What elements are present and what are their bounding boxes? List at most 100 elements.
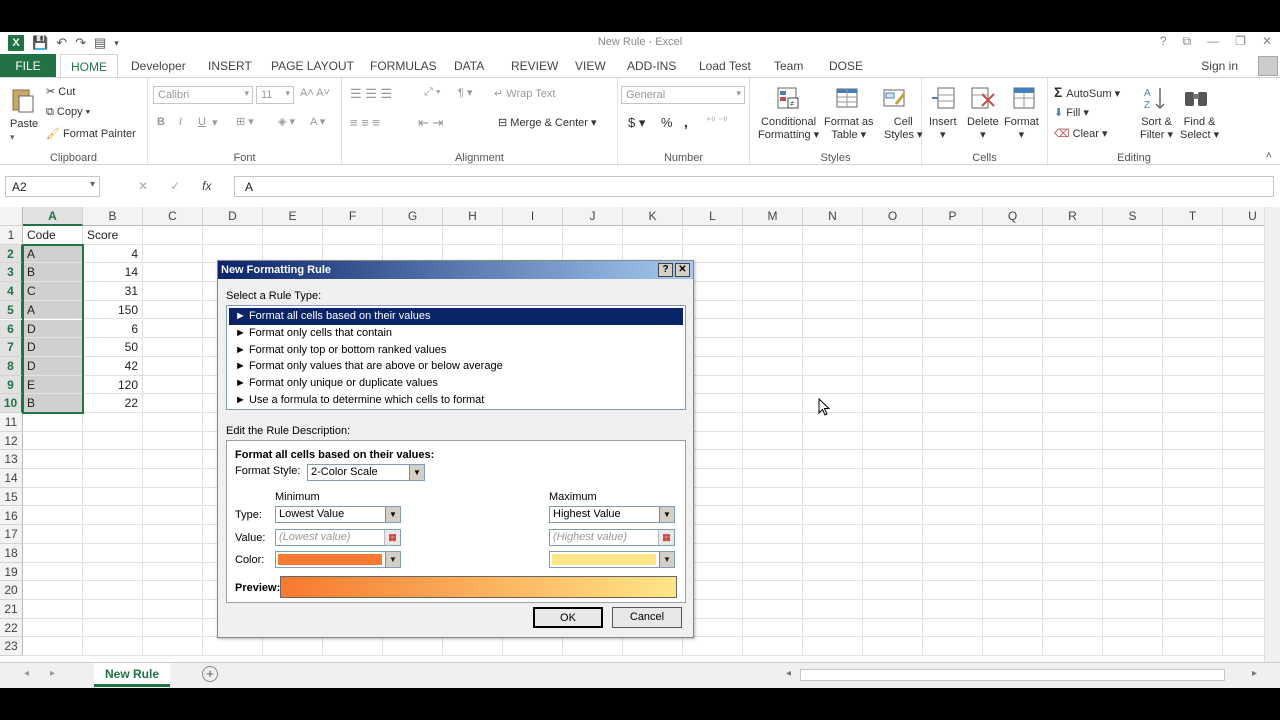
grid-cell[interactable] [23,450,83,470]
grid-cell[interactable] [1103,525,1163,544]
grid-cell[interactable] [83,506,143,526]
indent-icons[interactable]: ⇤ ⇥ [418,115,443,131]
grid-cell[interactable] [1103,413,1163,432]
grid-cell[interactable] [923,394,983,413]
grid-cell[interactable] [743,562,803,582]
close-icon[interactable]: ✕ [1262,34,1272,49]
grid-cell[interactable] [1163,581,1223,600]
grid-cell[interactable] [1043,375,1103,395]
grid-cell[interactable] [923,319,983,339]
font-name-combo[interactable]: Calibri [153,86,253,104]
autosum-button[interactable]: Σ AutoSum ▾ [1054,84,1120,100]
cell-styles-icon[interactable] [880,84,908,112]
grid-cell[interactable] [923,487,983,507]
grid-cell[interactable] [263,226,323,245]
grid-cell[interactable] [923,431,983,451]
grid-cell[interactable] [1163,338,1223,357]
row-header[interactable]: 10 [0,394,23,413]
comma-button[interactable]: , [684,114,688,130]
grid-cell[interactable]: C [23,282,83,301]
tab-load-test[interactable]: Load Test [699,54,751,78]
grid-cell[interactable] [143,487,203,507]
grid-cell[interactable] [1163,431,1223,451]
tab-review[interactable]: REVIEW [511,54,558,78]
grid-cell[interactable] [1163,319,1223,339]
column-header[interactable]: I [503,207,563,226]
grid-cell[interactable] [23,487,83,507]
grid-cell[interactable] [1163,469,1223,488]
column-header[interactable]: S [1103,207,1163,226]
grid-cell[interactable] [1103,244,1163,264]
tab-developer[interactable]: Developer [131,54,186,78]
grid-cell[interactable] [803,469,863,488]
grid-cell[interactable] [1103,338,1163,357]
grid-cell[interactable] [143,581,203,600]
grid-cell[interactable] [863,543,923,563]
row-header[interactable]: 6 [0,319,23,339]
grid-cell[interactable] [203,637,263,657]
grid-cell[interactable] [143,600,203,619]
grid-cell[interactable] [743,506,803,526]
row-header[interactable]: 21 [0,600,23,619]
grid-cell[interactable] [83,525,143,544]
sheet-tab-new-rule[interactable]: New Rule [94,663,170,687]
collapse-ribbon-icon[interactable]: ˄ [1266,150,1272,162]
grid-cell[interactable] [1163,637,1223,657]
grid-cell[interactable] [983,469,1043,488]
sign-in-link[interactable]: Sign in [1201,59,1238,73]
grid-cell[interactable] [1043,525,1103,544]
grid-cell[interactable] [1043,618,1103,638]
grid-cell[interactable] [743,263,803,283]
grid-cell[interactable] [1043,600,1103,619]
new-sheet-button[interactable]: + [202,666,218,682]
grid-cell[interactable] [23,562,83,582]
grid-cell[interactable] [983,338,1043,357]
rtl-icon[interactable]: ¶ ▾ [458,86,473,99]
grid-cell[interactable] [923,263,983,283]
grid-cell[interactable] [743,525,803,544]
format-cells-icon[interactable] [1010,84,1038,112]
grid-cell[interactable] [743,413,803,432]
grid-cell[interactable] [83,618,143,638]
grid-cell[interactable] [1103,637,1163,657]
grid-cell[interactable] [983,543,1043,563]
tab-team[interactable]: Team [774,54,803,78]
vertical-align-icons[interactable]: ☰ ☰ ☰ [350,86,392,102]
column-header[interactable]: Q [983,207,1043,226]
grid-cell[interactable] [983,282,1043,301]
row-header[interactable]: 15 [0,487,23,507]
find-select-button[interactable]: Find & Select ▾ [1180,116,1219,141]
grid-cell[interactable] [1163,618,1223,638]
grid-cell[interactable] [743,375,803,395]
grid-cell[interactable] [923,356,983,376]
grid-cell[interactable] [1043,338,1103,357]
row-header[interactable]: 7 [0,338,23,357]
grid-cell[interactable] [143,244,203,264]
paste-button[interactable]: Paste [10,118,38,130]
row-header[interactable]: 19 [0,562,23,582]
grid-cell[interactable] [983,450,1043,470]
grid-cell[interactable] [1103,300,1163,320]
grid-cell[interactable] [1043,413,1103,432]
column-header[interactable]: R [1043,207,1103,226]
grid-cell[interactable] [1163,244,1223,264]
grid-cell[interactable] [803,618,863,638]
grid-cell[interactable] [743,600,803,619]
grid-cell[interactable] [323,637,383,657]
grid-cell[interactable] [1163,226,1223,245]
sort-filter-icon[interactable]: AZ [1142,84,1170,112]
grid-cell[interactable] [743,487,803,507]
tab-insert[interactable]: INSERT [208,54,252,78]
grid-cell[interactable] [623,637,683,657]
min-type-select[interactable]: Lowest Value ▼ [275,506,401,523]
grid-cell[interactable] [923,618,983,638]
formula-input[interactable]: A [234,176,1274,197]
row-header[interactable]: 12 [0,431,23,451]
rule-type-item[interactable]: ► Format all cells based on their values [229,308,683,325]
grid-cell[interactable] [923,637,983,657]
grid-cell[interactable] [803,525,863,544]
font-color-icon[interactable]: A ▾ [310,115,325,128]
column-header[interactable]: O [863,207,923,226]
grid-cell[interactable] [803,282,863,301]
font-size-combo[interactable]: 11 [256,86,294,104]
